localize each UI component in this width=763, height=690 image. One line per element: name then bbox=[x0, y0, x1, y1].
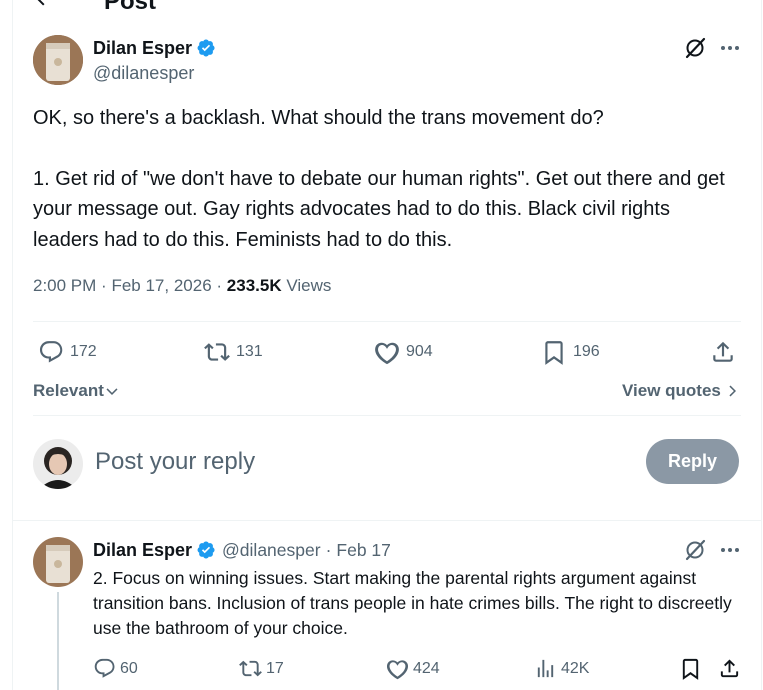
more-dots-icon bbox=[721, 548, 739, 552]
post-text-paragraph: 1. Get rid of "we don't have to debate o… bbox=[33, 167, 725, 251]
back-button[interactable] bbox=[32, 0, 56, 10]
heart-icon bbox=[386, 660, 409, 680]
reply-count: 60 bbox=[120, 659, 138, 677]
avatar[interactable] bbox=[33, 537, 83, 587]
reply-count: 172 bbox=[70, 343, 97, 360]
divider bbox=[33, 415, 741, 416]
reply-action[interactable]: 60 bbox=[93, 657, 138, 680]
more-button[interactable] bbox=[718, 538, 742, 567]
repost-icon bbox=[239, 660, 262, 677]
share-icon bbox=[713, 341, 733, 362]
share-action[interactable] bbox=[710, 339, 736, 365]
divider bbox=[12, 520, 762, 521]
views-label: Views bbox=[286, 276, 332, 295]
page-header: Post bbox=[0, 0, 763, 20]
reply-input[interactable]: Post your reply bbox=[95, 447, 255, 477]
view-quotes-label: View quotes bbox=[622, 381, 721, 400]
repost-icon bbox=[204, 343, 230, 361]
author-name[interactable]: Dilan Esper bbox=[93, 539, 192, 561]
post-meta: 2:00 PM · Feb 17, 2026 · 233.5K Views bbox=[33, 275, 331, 297]
bookmark-icon bbox=[682, 658, 699, 680]
share-icon bbox=[720, 659, 739, 678]
column-border-left bbox=[12, 0, 13, 690]
reply-date[interactable]: Feb 17 bbox=[336, 540, 390, 561]
chevron-right-icon bbox=[729, 385, 736, 397]
post-date[interactable]: Feb 17, 2026 bbox=[111, 276, 211, 295]
avatar bbox=[33, 439, 83, 489]
view-quotes-link[interactable]: View quotes bbox=[622, 380, 739, 402]
grok-icon bbox=[685, 539, 706, 561]
post-time[interactable]: 2:00 PM bbox=[33, 276, 96, 295]
like-action[interactable]: 904 bbox=[374, 339, 433, 365]
thread-line bbox=[57, 592, 59, 690]
like-count: 424 bbox=[413, 659, 440, 677]
bookmark-count: 196 bbox=[573, 343, 600, 360]
chevron-down-icon bbox=[106, 388, 118, 395]
views-count: 42K bbox=[561, 659, 590, 677]
grok-icon bbox=[685, 37, 706, 59]
page-title: Post bbox=[104, 0, 157, 15]
share-action[interactable] bbox=[718, 657, 741, 680]
arrow-left-icon bbox=[37, 0, 45, 6]
reply-post-text: 2. Focus on winning issues. Start making… bbox=[93, 568, 732, 638]
grok-button[interactable] bbox=[683, 538, 707, 567]
verified-badge-icon bbox=[196, 540, 216, 560]
repost-count: 131 bbox=[236, 343, 263, 360]
avatar[interactable] bbox=[33, 35, 83, 85]
repost-action[interactable]: 131 bbox=[204, 339, 263, 365]
author-handle[interactable]: @dilanesper bbox=[93, 62, 194, 84]
reply-icon bbox=[39, 341, 63, 363]
meta-separator: · bbox=[216, 276, 223, 295]
heart-icon bbox=[375, 342, 399, 365]
sort-relevant-label: Relevant bbox=[33, 381, 104, 400]
divider bbox=[33, 321, 741, 322]
author-name[interactable]: Dilan Esper bbox=[93, 37, 192, 59]
reply-button[interactable]: Reply bbox=[646, 439, 739, 484]
sort-relevant-dropdown[interactable]: Relevant bbox=[33, 380, 119, 402]
reply-action[interactable]: 172 bbox=[38, 339, 97, 365]
views-chart-icon bbox=[537, 659, 554, 678]
like-action[interactable]: 424 bbox=[386, 657, 440, 680]
grok-button[interactable] bbox=[683, 36, 707, 65]
reply-icon bbox=[94, 658, 115, 678]
verified-badge-icon bbox=[196, 38, 216, 58]
repost-count: 17 bbox=[266, 659, 284, 677]
post-text-paragraph: OK, so there's a backlash. What should t… bbox=[33, 107, 604, 129]
reply-author-row: Dilan Esper @dilanesper · Feb 17 bbox=[93, 539, 391, 561]
author-handle[interactable]: @dilanesper bbox=[222, 540, 321, 561]
like-count: 904 bbox=[406, 343, 433, 360]
post-text: OK, so there's a backlash. What should t… bbox=[33, 103, 733, 255]
bookmark-icon bbox=[545, 341, 563, 365]
bookmark-action[interactable] bbox=[679, 657, 702, 680]
views-action[interactable]: 42K bbox=[534, 657, 589, 680]
repost-action[interactable]: 17 bbox=[239, 657, 284, 680]
column-border-right bbox=[761, 0, 762, 690]
meta-separator: · bbox=[325, 539, 332, 560]
more-button[interactable] bbox=[718, 36, 742, 65]
more-dots-icon bbox=[721, 46, 739, 50]
views-count: 233.5K bbox=[226, 276, 282, 295]
post-author-row: Dilan Esper bbox=[93, 37, 216, 59]
bookmark-action[interactable]: 196 bbox=[541, 339, 600, 365]
meta-separator: · bbox=[101, 276, 107, 295]
